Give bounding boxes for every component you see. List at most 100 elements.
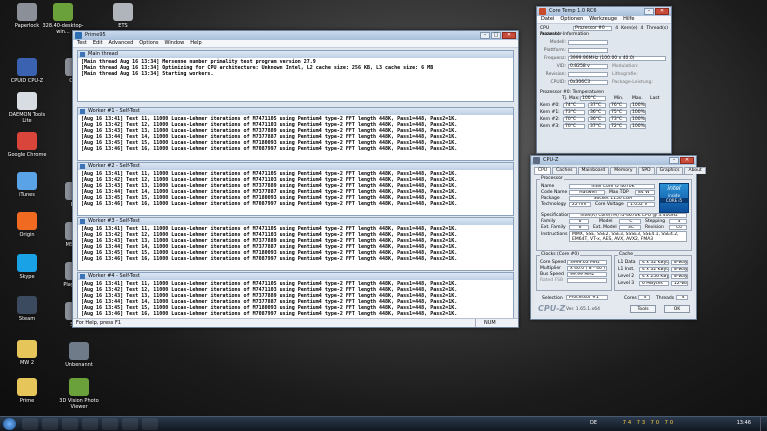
chrome-taskbar-icon[interactable]	[62, 418, 78, 430]
prime95-menu-bar: Test Edit Advanced Options Window Help	[73, 40, 518, 48]
coretemp-taskbar-icon[interactable]	[142, 418, 158, 430]
coretemp-menu-item[interactable]: Werkzeuge	[589, 16, 617, 23]
desktop-icon[interactable]: Google Chrome	[4, 132, 50, 158]
cache-group-label: Cache	[618, 252, 634, 258]
desktop-icon[interactable]: CPUID CPU-Z	[4, 58, 50, 84]
tab-spd[interactable]: SPD	[637, 167, 655, 174]
pane-title: Worker #1 - Self-Test	[88, 108, 140, 114]
desktop-icon[interactable]: Skype	[4, 254, 50, 280]
daemon-icon	[17, 92, 37, 110]
core-temp-min: 37°C	[588, 124, 606, 129]
cpuz-minimize-button[interactable]: –	[669, 157, 679, 164]
main-thread-pane[interactable]: Main thread [Main thread Aug 16 13:34] Me…	[77, 50, 514, 102]
cpuz-close-button[interactable]: ✕	[680, 157, 694, 164]
coretemp-title-bar[interactable]: Core Temp 1.0 RC6 – ✕	[537, 7, 671, 16]
pane-title-bar[interactable]: Main thread	[78, 51, 513, 58]
desktop-icon[interactable]: MW 2	[4, 340, 50, 366]
steam-icon	[17, 296, 37, 314]
desktop-icon-label: DAEMON Tools Lite	[8, 112, 46, 124]
pane-title-bar[interactable]: Worker #3 - Self-Test	[78, 218, 513, 225]
revision-label: Revision	[645, 225, 664, 230]
info-field-value: 0.8258 v	[568, 64, 608, 69]
tab-caches[interactable]: Caches	[552, 167, 577, 174]
pane-title-bar[interactable]: Worker #1 - Self-Test	[78, 108, 513, 115]
menu-item-edit[interactable]: Edit	[93, 40, 103, 47]
coretemp-minimize-button[interactable]: –	[644, 8, 654, 15]
menu-item-advanced[interactable]: Advanced	[109, 40, 134, 47]
worker-1-pane[interactable]: Worker #1 - Self-Test [Aug 16 13:41] Test…	[77, 107, 514, 161]
cpuz-title: CPU-Z	[543, 157, 559, 163]
core-temp-min: 36°C	[588, 117, 606, 122]
itunes-icon	[17, 172, 37, 190]
ok-button[interactable]: OK	[664, 305, 690, 313]
tab-about[interactable]: About	[684, 167, 706, 174]
threads-label: Threads	[656, 296, 675, 301]
menu-item-help[interactable]: Help	[190, 40, 201, 47]
cpuz-taskbar-icon[interactable]	[122, 418, 138, 430]
coretemp-menu-item[interactable]: Optionen	[560, 16, 583, 23]
name-label: Name	[541, 184, 555, 189]
cpuz-window: CPU-Z – ✕ CPU Caches Mainboard Memory SPD Grap…	[530, 155, 706, 320]
cpu-select-dropdown[interactable]: Prozessor #0	[573, 26, 613, 31]
explorer-taskbar-icon[interactable]	[22, 418, 38, 430]
pane-log: [Main thread Aug 16 13:34] Mersenne numb…	[78, 58, 513, 78]
prime95-title-bar[interactable]: Prime95 – □ ✕	[73, 31, 518, 40]
folder-icon	[17, 378, 37, 396]
info-field-label: CPUID:	[550, 80, 566, 85]
desktop-icon[interactable]: iTunes	[4, 172, 50, 198]
coretemp-close-button[interactable]: ✕	[655, 8, 669, 15]
tools-button[interactable]: Tools	[630, 305, 656, 313]
nvidia-taskbar-icon[interactable]	[82, 418, 98, 430]
tray-temperatures[interactable]: 74 73 70 70	[623, 420, 675, 426]
core-temp-load: 100%	[630, 103, 646, 108]
desktop-icon[interactable]: 3D Vision Photo Viewer	[56, 378, 102, 410]
taskbar: DE 74 73 70 70 13:46	[0, 416, 767, 431]
taskbar-clock[interactable]: 13:46	[737, 420, 751, 426]
worker-2-pane[interactable]: Worker #2 - Self-Test [Aug 16 13:41] Test…	[77, 162, 514, 216]
coretemp-title: Core Temp 1.0 RC6	[549, 8, 597, 14]
tab-memory[interactable]: Memory	[610, 167, 637, 174]
menu-item-window[interactable]: Window	[165, 40, 185, 47]
bus-speed-value: 99.99 MHz	[567, 272, 607, 277]
coretemp-menu-item[interactable]: Hilfe	[623, 16, 634, 23]
desktop-icon-label: Unbenannt	[65, 362, 93, 368]
pane-title-bar[interactable]: Worker #4 - Self-Test	[78, 273, 513, 280]
desktop-icon[interactable]: Origin	[4, 212, 50, 238]
desktop-icon[interactable]: ETS	[100, 3, 146, 29]
info-field-label: VID:	[556, 64, 566, 69]
cpuz-app-icon	[533, 157, 540, 164]
processor-group: Processor Name Intel Core i5 4670K Code …	[536, 176, 692, 251]
media-taskbar-icon[interactable]	[42, 418, 58, 430]
worker-3-pane[interactable]: Worker #3 - Self-Test [Aug 16 13:41] Test…	[77, 217, 514, 271]
desktop-icon-label: CPUID CPU-Z	[10, 78, 44, 84]
pane-title-bar[interactable]: Worker #2 - Self-Test	[78, 163, 513, 170]
desktop-icon[interactable]: DAEMON Tools Lite	[4, 92, 50, 124]
selection-label: Selection	[542, 296, 563, 301]
minimize-button[interactable]: –	[480, 32, 490, 39]
start-button[interactable]	[3, 418, 16, 430]
clocks-group-label: Clocks (Core #0)	[540, 252, 580, 258]
desktop-icon[interactable]: Steam	[4, 296, 50, 322]
selection-dropdown[interactable]: Processor #1	[566, 295, 608, 300]
tab-cpu[interactable]: CPU	[534, 167, 552, 174]
menu-item-options[interactable]: Options	[139, 40, 158, 47]
package-label: Package	[541, 196, 560, 201]
coretemp-menu-item[interactable]: Datei	[541, 16, 554, 23]
family-label: Family	[541, 219, 556, 224]
language-indicator[interactable]: DE	[590, 420, 597, 426]
maximize-button[interactable]: □	[491, 32, 501, 39]
menu-item-test[interactable]: Test	[77, 40, 87, 47]
close-button[interactable]: ✕	[502, 32, 516, 39]
desktop-icon[interactable]: Unbenannt	[56, 342, 102, 368]
cpuz-title-bar[interactable]: CPU-Z – ✕	[531, 156, 696, 165]
col-load-header: Last	[650, 96, 660, 101]
info-field-value: 3999.96MHz (100.00 x 40.0)	[568, 56, 666, 61]
tjmax-label: Tj. Max:	[562, 96, 580, 101]
tab-mainboard[interactable]: Mainboard	[577, 167, 610, 174]
desktop-icon[interactable]: Prime	[4, 378, 50, 404]
info-field-label: Modell:	[549, 40, 566, 45]
prime95-taskbar-icon[interactable]	[102, 418, 118, 430]
tab-graphics[interactable]: Graphics	[655, 167, 684, 174]
cache-level-label: L1 Data	[618, 260, 636, 265]
show-desktop-button[interactable]	[760, 417, 767, 431]
